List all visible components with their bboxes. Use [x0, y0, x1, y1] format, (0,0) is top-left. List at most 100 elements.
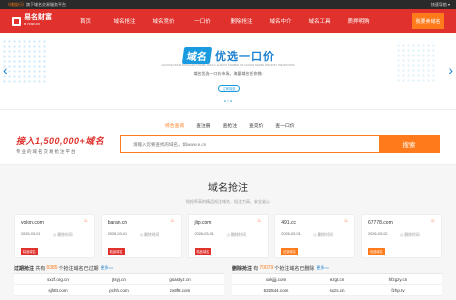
domain-card[interactable]: baran.cn ♨ 2026-03-01 ◷ 删除时间 精品域名 [100, 214, 182, 258]
nav-item-tools[interactable]: 域名工具 [300, 17, 339, 25]
domain-card[interactable]: 67778.com ♨ 2026-03-02 ◷ 删除时间 优选域名 [361, 214, 442, 258]
expired-post: 个抢注域名已过期 [58, 265, 99, 272]
slogan-subtext: 专业的域名交易抢注平台 [16, 149, 77, 154]
nav-item-pledge[interactable]: 质押明购 [339, 17, 378, 25]
card-status-text: 删除时间 [317, 233, 333, 237]
card-badge: 精品域名 [107, 248, 125, 255]
search-button[interactable]: 搜索 [379, 136, 439, 152]
card-domain[interactable]: jlip.com [195, 220, 212, 226]
card-domain[interactable]: 67778.com [368, 220, 393, 226]
banner-cta-button[interactable]: 立即挑选 [218, 85, 240, 92]
dot-pattern-decoration [2, 39, 46, 85]
deleted-pre: 有 [253, 265, 259, 272]
domain-cards: volon.com ♨ 2026-03-01 ◷ 删除时间 精品域名 baran… [0, 214, 456, 258]
list-item[interactable]: xxkjjjj.com [246, 277, 306, 282]
expired-pre: 共有 [35, 265, 46, 272]
domain-card[interactable]: volon.com ♨ 2026-03-01 ◷ 删除时间 精品域名 [14, 214, 95, 258]
tab-fixed-price[interactable]: 查一口价 [275, 122, 294, 129]
fire-icon: ♨ [257, 218, 262, 224]
nav-item-broker[interactable]: 域名中介 [261, 17, 300, 25]
card-status-text: 删除时间 [404, 233, 420, 237]
expired-more-link[interactable]: 更多>> [101, 265, 114, 271]
list-item[interactable]: hfzgzy.cn [368, 277, 428, 282]
tab-registration[interactable]: 查注册 [196, 122, 210, 129]
expired-list: 过期抢注 共有 8385 个抢注域名已过期 更多>> sxzf.org.cn j… [14, 263, 224, 296]
slide-indicator[interactable]: ● ○ ● [0, 99, 456, 103]
list-item[interactable]: 632544.com [246, 288, 306, 293]
card-status: ◷ 删除时间 [226, 233, 247, 237]
tab-all[interactable]: 综合查询 [165, 122, 184, 129]
list-item[interactable]: sxzf.org.cn [28, 277, 88, 282]
main-nav: 易名财富 e.now.cn 首页 域名抢注 域名竞价 一口价 删除抢注 域名中介… [0, 9, 456, 33]
tab-auction[interactable]: 查竞价 [249, 122, 263, 129]
quick-nav[interactable]: 快速导航 ▾ [431, 2, 450, 8]
list-item[interactable]: zx8f8.com [150, 288, 210, 293]
domain-card[interactable]: 491.cc ♨ 2026-03-01 ◷ 删除时间 优选域名 [274, 214, 356, 258]
search-box: 搜索 [120, 135, 440, 153]
list-row: 632544.com sxzs.cn fzhp.tv [232, 285, 442, 296]
card-date: 2026-03-01 [21, 232, 41, 236]
card-status: ◷ 删除时间 [139, 233, 160, 237]
logo[interactable]: 易名财富 e.now.cn [12, 14, 56, 27]
nav-item-register[interactable]: 域名抢注 [105, 17, 144, 25]
list-row: sjhttt.com pchh.com zx8f8.com [14, 285, 224, 296]
list-item[interactable]: pchh.com [89, 288, 149, 293]
list-item[interactable]: gsastyz.cn [150, 277, 210, 282]
fire-icon: ♨ [430, 218, 435, 224]
list-item[interactable]: sjhttt.com [28, 288, 88, 293]
nav-item-fixed-price[interactable]: 一口价 [183, 17, 222, 25]
search-input[interactable] [121, 136, 379, 152]
list-row: sxzf.org.cn jtsyj.cn gsastyz.cn [14, 274, 224, 285]
deleted-list-title: 删除抢注 [232, 265, 253, 272]
expired-count: 8385 [46, 265, 58, 271]
list-row: xxkjjjj.com ezgt.cn hfzgzy.cn [232, 274, 442, 285]
list-item[interactable]: fzhp.tv [368, 288, 428, 293]
deleted-post: 个抢注域名已删除 [274, 265, 315, 272]
top-bar: 《诸侯行》旗下域名交易服务平台 快速导航 ▾ [0, 0, 456, 9]
sell-domain-button[interactable]: 我要卖域名 [412, 13, 444, 29]
list-item[interactable]: jtsyj.cn [89, 277, 149, 282]
card-status-text: 删除时间 [144, 233, 160, 237]
banner: ‹ › 域名 优选一口价 CHOOSE FROM EXCELLENT PRIME… [0, 33, 456, 110]
fire-icon: ♨ [343, 218, 349, 224]
card-badge: 优选域名 [281, 248, 298, 255]
deleted-count: 70079 [259, 265, 274, 271]
card-date: 2026-03-01 [281, 232, 301, 236]
list-item[interactable]: sxzs.cn [307, 288, 367, 293]
card-date: 2026-03-02 [368, 232, 388, 236]
list-item[interactable]: ezgt.cn [307, 277, 367, 282]
card-status: ◷ 删除时间 [313, 233, 333, 237]
card-domain[interactable]: volon.com [21, 220, 44, 226]
top-bar-left: 《诸侯行》旗下域名交易服务平台 [6, 2, 66, 8]
nav-menu: 首页 域名抢注 域名竞价 一口价 删除抢注 域名中介 域名工具 质押明购 [66, 17, 378, 25]
deleted-more-link[interactable]: 更多>> [316, 265, 329, 271]
banner-heading: 优选一口价 [215, 50, 275, 63]
slogan: 接入1,500,000+域名 专业的域名交易抢注平台 [16, 134, 104, 155]
banner-title: 域名 优选一口价 [181, 47, 275, 64]
tab-backorder[interactable]: 查抢注 [223, 122, 237, 129]
banner-subtitle: 域名优选一口价市场，海量域名任你挑! [193, 71, 263, 76]
nav-item-auction[interactable]: 域名竞价 [144, 17, 183, 25]
domain-lists: 过期抢注 共有 8385 个抢注域名已过期 更多>> sxzf.org.cn j… [0, 263, 456, 296]
card-badge: 精品域名 [194, 248, 212, 255]
card-badge: 优选域名 [368, 248, 385, 255]
section-title: 域名抢注 [208, 183, 248, 194]
card-date: 2026-03-01 [194, 232, 214, 236]
card-domain[interactable]: baran.cn [108, 220, 127, 226]
search-section: 接入1,500,000+域名 专业的域名交易抢注平台 综合查询 查注册 查抢注 … [0, 110, 456, 165]
slogan-headline: 接入1,500,000+域名 [16, 136, 105, 146]
top-bar-text: 旗下域名交易服务平台 [26, 1, 66, 7]
card-date: 2026-03-01 [107, 232, 128, 236]
card-status-text: 删除时间 [230, 233, 247, 237]
nav-item-delete-register[interactable]: 删除抢注 [222, 17, 261, 25]
card-domain[interactable]: 491.cc [281, 220, 296, 226]
banner-tag: 域名 [181, 47, 213, 64]
expired-list-title: 过期抢注 [14, 265, 35, 272]
domain-card[interactable]: jlip.com ♨ 2026-03-01 ◷ 删除时间 精品域名 [187, 214, 269, 258]
card-badge: 精品域名 [21, 248, 38, 255]
card-status-text: 删除时间 [57, 233, 73, 237]
logo-domain: e.now.cn [24, 21, 40, 26]
nav-item-home[interactable]: 首页 [66, 17, 105, 25]
search-tabs: 综合查询 查注册 查抢注 查竞价 查一口价 [165, 122, 307, 129]
top-bar-highlight[interactable]: 《诸侯行》 [6, 2, 26, 7]
